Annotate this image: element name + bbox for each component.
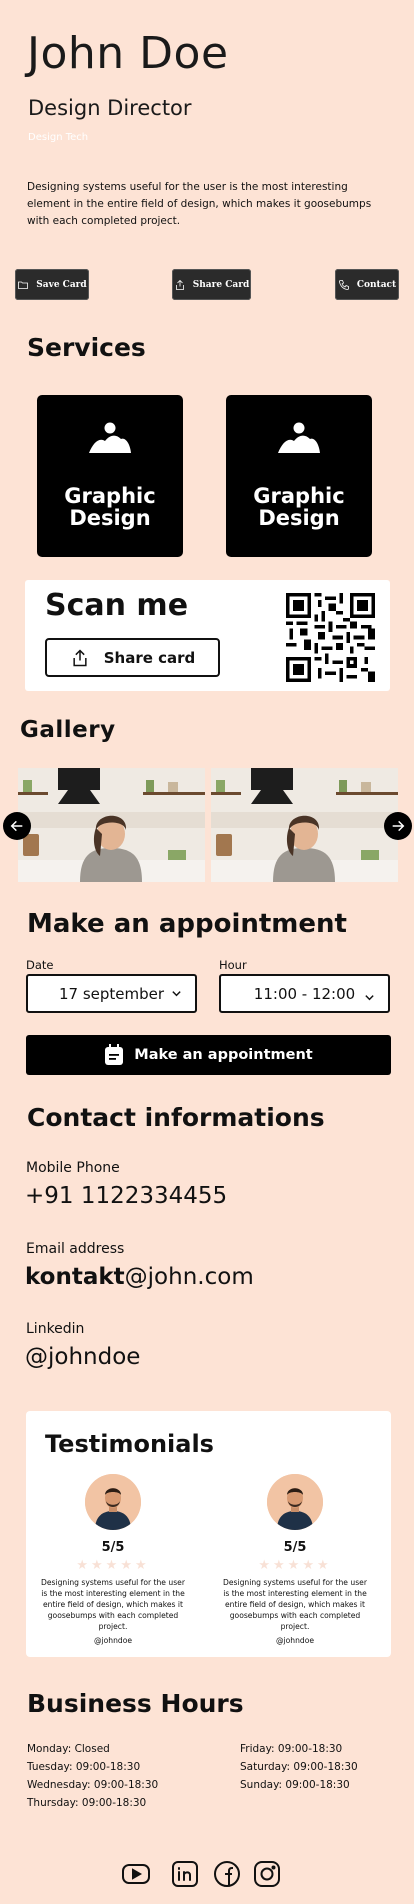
folder-icon [18, 281, 29, 289]
person-photo [267, 1474, 323, 1530]
profile-role: Design Director [28, 96, 192, 120]
contact-label: Contact [356, 279, 397, 290]
chevron-down-icon [365, 995, 374, 1001]
linkedin-link[interactable]: @johndoe [25, 1344, 140, 1370]
testimonial: 5/5 ★★★★★ Designing systems useful for t… [38, 1474, 188, 1645]
hours-column-right: Friday: 09:00-18:30 Saturday: 09:00-18:3… [240, 1740, 358, 1794]
share-card-qr-button[interactable]: Share card [45, 638, 220, 677]
calendar-icon [105, 1044, 124, 1065]
email-domain: @john.com [124, 1264, 254, 1290]
email-label: Email address [26, 1241, 125, 1257]
hours-row: Friday: 09:00-18:30 [240, 1743, 343, 1755]
contact-button[interactable]: Contact [335, 269, 399, 300]
hours-row: Wednesday: 09:00-18:30 [27, 1779, 159, 1791]
gallery-prev-button[interactable] [3, 812, 31, 840]
testimonial-handle: @johndoe [93, 1636, 133, 1645]
linkedin-label: Linkedin [26, 1321, 85, 1337]
business-hours-heading: Business Hours [27, 1689, 244, 1718]
image-icon [89, 422, 131, 453]
date-select-value: 17 september [58, 984, 165, 1003]
service-label: Graphic Design [253, 484, 345, 530]
linkedin-icon[interactable] [170, 1859, 200, 1889]
kitchen-photo [211, 768, 398, 882]
hour-select[interactable]: 11:00 - 12:00 [219, 974, 390, 1013]
arrow-right-icon [392, 820, 405, 832]
testimonial-text: Designing systems useful for the user is… [223, 1578, 367, 1631]
contact-heading: Contact informations [27, 1103, 325, 1132]
instagram-icon[interactable] [252, 1859, 282, 1889]
appointment-heading-bold: appointment [158, 909, 347, 939]
share-card-label: Share Card [192, 279, 250, 290]
gallery-image[interactable] [211, 768, 398, 882]
hours-row: Monday: Closed [27, 1743, 110, 1755]
gallery-heading: Gallery [20, 717, 116, 743]
avatar [267, 1474, 323, 1530]
make-appointment-button[interactable]: Make an appointment [26, 1035, 391, 1075]
testimonial-text: Designing systems useful for the user is… [41, 1578, 185, 1631]
share-icon [73, 648, 87, 666]
facebook-icon[interactable] [212, 1859, 242, 1889]
testimonial-handle: @johndoe [275, 1636, 315, 1645]
image-icon [278, 422, 320, 453]
share-card-qr-label: Share card [103, 648, 196, 667]
profile-name: John Doe [27, 28, 229, 79]
appointment-heading: Make an appointment [27, 909, 347, 939]
kitchen-photo [18, 768, 205, 882]
gallery-next-button[interactable] [384, 812, 412, 840]
share-icon [175, 279, 184, 290]
scan-title: Scan me [45, 588, 189, 623]
star-rating: ★★★★★ [76, 1558, 150, 1573]
phone-icon [338, 279, 349, 290]
testimonials-heading: Testimonials [45, 1430, 214, 1458]
hours-row: Saturday: 09:00-18:30 [240, 1761, 358, 1773]
gallery-image[interactable] [18, 768, 205, 882]
scan-card: Scan me Share card [25, 580, 390, 691]
testimonial-rating: 5/5 [283, 1540, 307, 1555]
person-photo [85, 1474, 141, 1530]
save-card-label: Save Card [36, 279, 87, 290]
phone-link[interactable]: +91 1122334455 [25, 1183, 227, 1209]
testimonials-card: Testimonials 5/5 ★★★★★ Designing systems… [26, 1411, 391, 1657]
qr-code [286, 593, 375, 682]
hour-select-value: 11:00 - 12:00 [253, 984, 356, 1003]
avatar [85, 1474, 141, 1530]
appointment-heading-light: Make an [27, 909, 150, 939]
service-label: Graphic Design [64, 484, 156, 530]
share-card-button[interactable]: Share Card [172, 269, 251, 300]
make-appointment-label: Make an appointment [134, 1047, 313, 1063]
date-label: Date [26, 958, 54, 972]
hours-row: Sunday: 09:00-18:30 [240, 1779, 350, 1791]
phone-label: Mobile Phone [26, 1160, 120, 1176]
chevron-down-icon [172, 991, 181, 997]
hours-row: Tuesday: 09:00-18:30 [27, 1761, 141, 1773]
save-card-button[interactable]: Save Card [15, 269, 89, 300]
hour-label: Hour [219, 958, 247, 972]
testimonial-rating: 5/5 [101, 1540, 125, 1555]
profile-bio: Designing systems useful for the user is… [27, 181, 372, 227]
star-rating: ★★★★★ [258, 1558, 332, 1573]
email-user: kontakt [25, 1264, 125, 1290]
business-card-page: John Doe Design Director Design Tech Des… [0, 0, 414, 1904]
hours-row: Thursday: 09:00-18:30 [27, 1797, 147, 1809]
arrow-left-icon [10, 820, 23, 832]
youtube-icon[interactable] [121, 1859, 151, 1889]
profile-company: Design Tech [28, 132, 89, 143]
service-card[interactable]: Graphic Design [226, 395, 372, 557]
services-heading: Services [27, 333, 146, 362]
date-select[interactable]: 17 september [26, 974, 197, 1013]
testimonial: 5/5 ★★★★★ Designing systems useful for t… [220, 1474, 370, 1645]
service-card[interactable]: Graphic Design [37, 395, 183, 557]
email-link[interactable]: kontakt@john.com [25, 1264, 254, 1290]
hours-column-left: Monday: Closed Tuesday: 09:00-18:30 Wedn… [27, 1740, 158, 1812]
